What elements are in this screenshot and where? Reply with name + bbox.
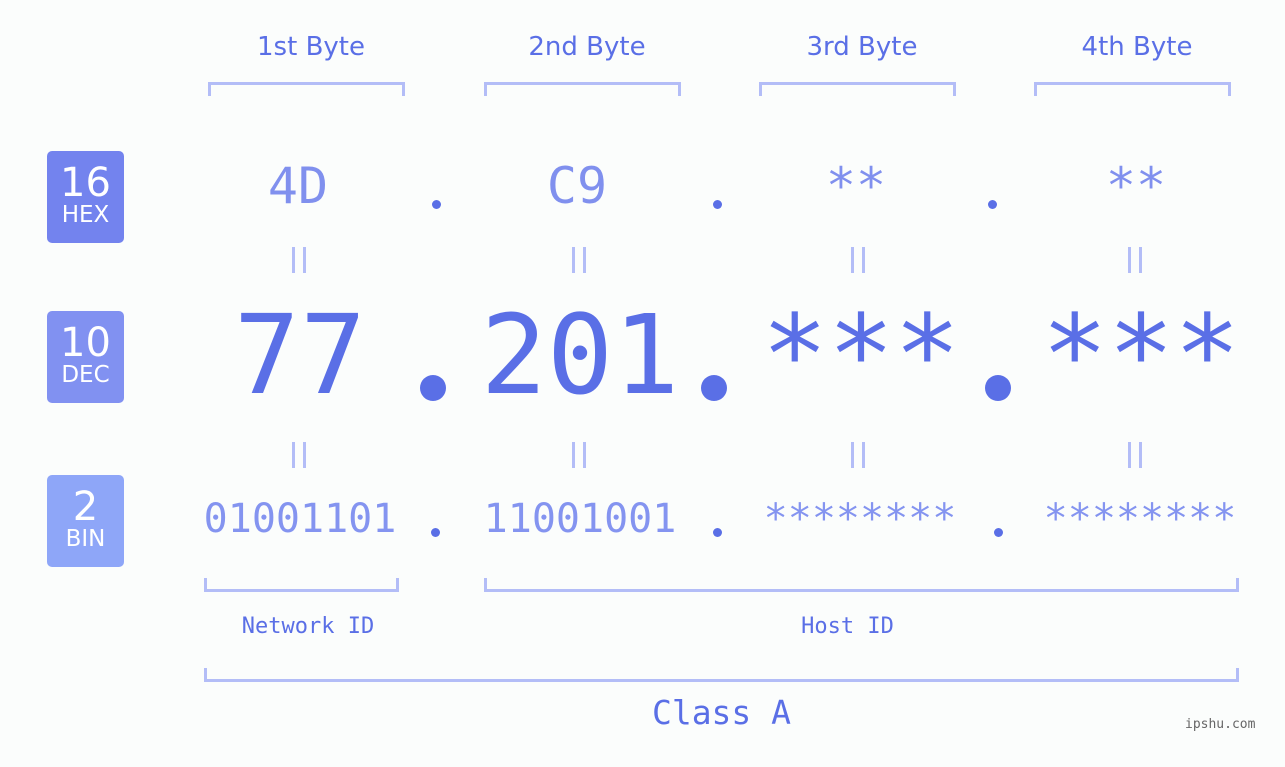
byte-header-4: 4th Byte bbox=[1081, 32, 1193, 62]
class-label: Class A bbox=[651, 693, 792, 732]
dec-separator-3 bbox=[985, 375, 1011, 401]
dec-separator-1 bbox=[420, 375, 446, 401]
byte-bracket-3 bbox=[759, 82, 956, 96]
hex-badge-label: HEX bbox=[61, 202, 110, 228]
network-id-label: Network ID bbox=[241, 614, 375, 639]
equals-icon bbox=[292, 442, 306, 468]
dec-byte-4: *** bbox=[1041, 291, 1241, 419]
class-bracket bbox=[204, 668, 1239, 682]
host-id-bracket bbox=[484, 578, 1239, 592]
bin-byte-3: ******** bbox=[763, 496, 957, 542]
network-id-bracket bbox=[204, 578, 399, 592]
bin-badge-label: BIN bbox=[65, 526, 106, 552]
equals-icon bbox=[851, 247, 865, 273]
equals-icon bbox=[292, 247, 306, 273]
equals-icon bbox=[572, 247, 586, 273]
hex-byte-3: ** bbox=[825, 157, 887, 215]
bin-separator-2 bbox=[713, 528, 722, 537]
dec-badge-label: DEC bbox=[61, 362, 110, 388]
bin-byte-4: ******** bbox=[1043, 496, 1237, 542]
byte-header-3: 3rd Byte bbox=[806, 32, 918, 62]
watermark: ipshu.com bbox=[1185, 717, 1256, 732]
dec-separator-2 bbox=[701, 375, 727, 401]
bin-badge: 2 BIN bbox=[47, 475, 124, 567]
equals-icon bbox=[572, 442, 586, 468]
bin-badge-number: 2 bbox=[72, 484, 99, 530]
bin-separator-1 bbox=[431, 528, 440, 537]
byte-bracket-2 bbox=[484, 82, 681, 96]
bin-byte-1: 01001101 bbox=[203, 496, 397, 542]
hex-separator-1 bbox=[432, 200, 441, 209]
host-id-label: Host ID bbox=[801, 614, 894, 639]
byte-header-1: 1st Byte bbox=[257, 32, 365, 62]
dec-byte-3: *** bbox=[761, 291, 961, 419]
hex-byte-2: C9 bbox=[546, 157, 608, 215]
byte-bracket-1 bbox=[208, 82, 405, 96]
byte-header-2: 2nd Byte bbox=[528, 32, 646, 62]
hex-badge: 16 HEX bbox=[47, 151, 124, 243]
equals-icon bbox=[851, 442, 865, 468]
bin-byte-2: 11001001 bbox=[483, 496, 677, 542]
dec-badge-number: 10 bbox=[60, 320, 111, 366]
byte-bracket-4 bbox=[1034, 82, 1231, 96]
equals-icon bbox=[1128, 247, 1142, 273]
dec-byte-1: 77 bbox=[233, 291, 367, 419]
bin-separator-3 bbox=[994, 528, 1003, 537]
equals-icon bbox=[1128, 442, 1142, 468]
hex-badge-number: 16 bbox=[60, 160, 111, 206]
hex-byte-1: 4D bbox=[267, 157, 329, 215]
hex-separator-3 bbox=[988, 200, 997, 209]
dec-byte-2: 201 bbox=[480, 291, 680, 419]
dec-badge: 10 DEC bbox=[47, 311, 124, 403]
hex-byte-4: ** bbox=[1105, 157, 1167, 215]
hex-separator-2 bbox=[713, 200, 722, 209]
